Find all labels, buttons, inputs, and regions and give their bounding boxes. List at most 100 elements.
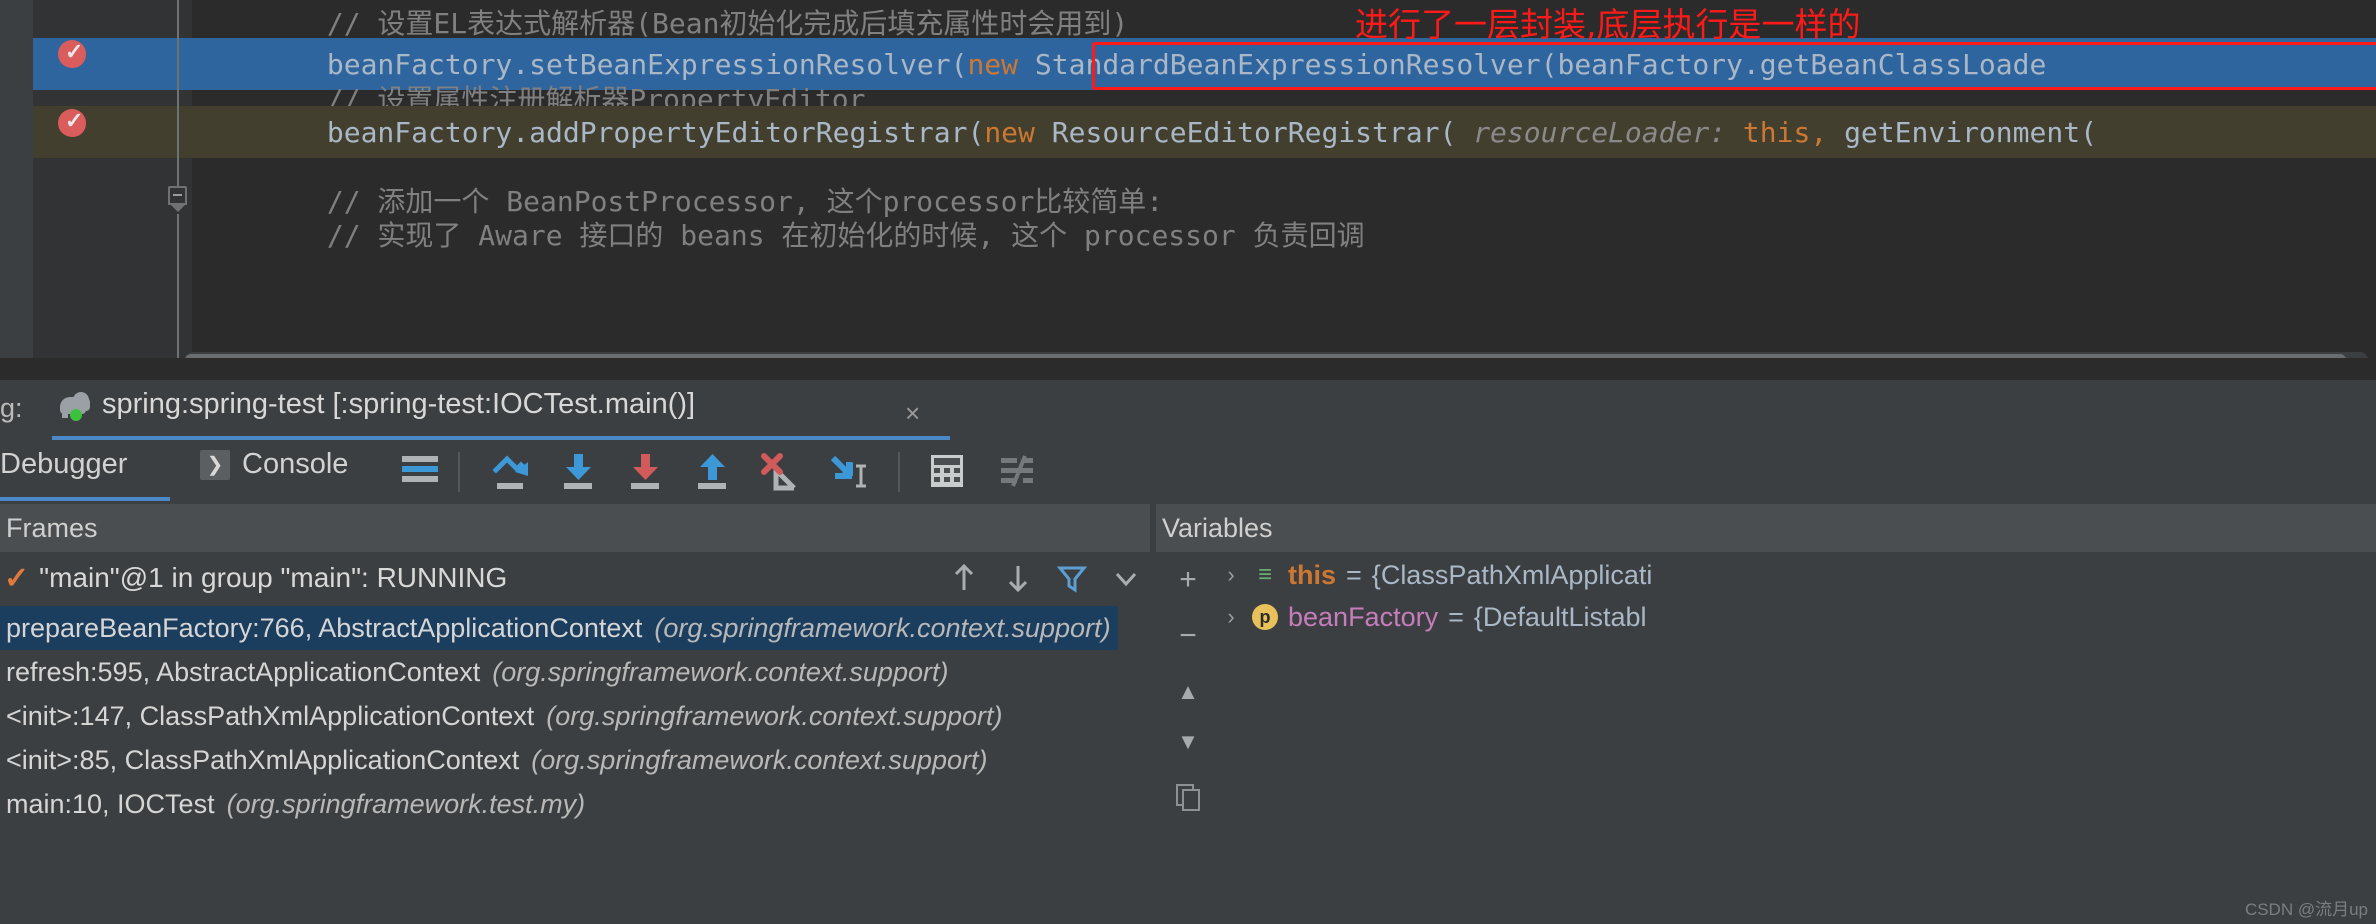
variables-list[interactable]: › ≡ this = {ClassPathXmlApplicati › p be…	[1220, 554, 2376, 924]
variable-name: this	[1288, 559, 1337, 590]
copy-glyph	[1176, 784, 1200, 811]
fold-box	[168, 186, 187, 205]
show-execution-point-icon[interactable]	[398, 450, 442, 492]
frame-package: (org.springframework.context.support)	[492, 656, 949, 687]
frame-row[interactable]: <init>:85, ClassPathXmlApplicationContex…	[0, 738, 1118, 782]
arrow-down-icon[interactable]	[1000, 560, 1036, 596]
step-into-glyph	[564, 454, 592, 489]
force-step-into-glyph	[631, 454, 659, 489]
frame-method: prepareBeanFactory:766, AbstractApplicat…	[6, 612, 643, 643]
code-text: // 设置EL表达式解析器(Bean初始化完成后填充属性时会用到)	[326, 7, 1129, 40]
code-fold-icon[interactable]	[168, 186, 188, 214]
editor-code-area[interactable]: // 设置EL表达式解析器(Bean初始化完成后填充属性时会用到) beanFa…	[192, 0, 2376, 358]
elephant-leg	[62, 409, 68, 418]
frame-row[interactable]: prepareBeanFactory:766, AbstractApplicat…	[0, 606, 1118, 650]
idea-debug-screenshot: ✓ ✓ // 设置EL表达式解析器(Bean初始化完成后填充属性时会用到) be…	[0, 0, 2376, 924]
step-over-glyph	[492, 455, 528, 489]
thread-running-check-icon: ✓	[4, 561, 30, 595]
code-line-add-property-editor-registrar[interactable]: beanFactory.addPropertyEditorRegistrar(n…	[192, 106, 2376, 158]
variable-row-this[interactable]: › ≡ this = {ClassPathXmlApplicati	[1220, 554, 2376, 596]
run-to-cursor-glyph	[830, 455, 866, 488]
step-out-icon[interactable]	[691, 450, 735, 492]
annotation-red-text: 进行了一层封装,底层执行是一样的	[1355, 5, 1861, 44]
code-editor[interactable]: ✓ ✓ // 设置EL表达式解析器(Bean初始化完成后填充属性时会用到) be…	[0, 0, 2376, 358]
settings-glyph	[1001, 455, 1033, 487]
editor-horizontal-scrollbar[interactable]	[185, 352, 2368, 358]
chevron-down-icon[interactable]	[1108, 560, 1144, 596]
chevron-right-icon[interactable]: ›	[1220, 562, 1242, 588]
fold-line-bottom	[177, 214, 179, 358]
frames-panel-header: Frames	[0, 504, 1150, 552]
code-line-comment-aware[interactable]: // 实现了 Aware 接口的 beans 在初始化的时候, 这个 proce…	[192, 208, 2376, 260]
editor-left-strip	[0, 0, 33, 358]
tab-console-label: Console	[242, 448, 349, 480]
close-tab-icon[interactable]: ×	[905, 398, 920, 429]
execution-point-lines	[398, 450, 442, 492]
toolbar-separator	[458, 452, 460, 492]
frame-method: main:10, IOCTest	[6, 788, 215, 819]
code-param-hint: resourceLoader:	[1473, 115, 1727, 149]
variable-value: {DefaultListabl	[1473, 601, 1647, 632]
frame-package: (org.springframework.test.my)	[226, 788, 586, 819]
variables-title: Variables	[1162, 512, 1273, 543]
frame-package: (org.springframework.context.support)	[531, 744, 988, 775]
frame-row[interactable]: <init>:147, ClassPathXmlApplicationConte…	[0, 694, 1118, 738]
filter-icon[interactable]	[1054, 560, 1090, 596]
toolbar-separator	[898, 452, 900, 492]
fold-line-top	[177, 0, 179, 186]
variable-equals: =	[1346, 559, 1362, 590]
copy-icon[interactable]	[1168, 776, 1208, 816]
plus-icon[interactable]: +	[1168, 560, 1208, 600]
thread-selector-row[interactable]: ✓ "main"@1 in group "main": RUNNING	[0, 554, 1150, 602]
minus-icon[interactable]: −	[1168, 616, 1208, 656]
chevron-right-icon[interactable]: ›	[1220, 604, 1242, 630]
elephant-trunk	[85, 397, 90, 411]
tab-debugger[interactable]: Debugger	[0, 448, 127, 481]
frames-list[interactable]: prepareBeanFactory:766, AbstractApplicat…	[0, 606, 1118, 924]
frame-row[interactable]: main:10, IOCTest (org.springframework.te…	[0, 782, 1118, 826]
code-text-rest: getEnvironment(	[1827, 115, 2097, 149]
frame-row[interactable]: refresh:595, AbstractApplicationContext …	[0, 650, 1118, 694]
code-keyword-new: new	[984, 115, 1035, 149]
drop-frame-icon[interactable]	[758, 450, 802, 492]
drop-frame-glyph	[761, 453, 796, 491]
run-tab-strip: g: spring:spring-test [:spring-test:IOCT…	[0, 380, 2376, 440]
debugger-settings-icon[interactable]	[995, 450, 1039, 492]
step-over-icon[interactable]	[490, 450, 534, 492]
breakpoint-check-icon: ✓	[65, 39, 84, 64]
code-text: // 实现了 Aware 接口的 beans 在初始化的时候, 这个 proce…	[326, 219, 1365, 252]
variable-name: beanFactory	[1288, 601, 1439, 632]
frames-panel: ✓ "main"@1 in group "main": RUNNING prep…	[0, 554, 1150, 924]
code-keyword-this: this,	[1726, 115, 1828, 149]
gutter-row-highlighted	[33, 38, 192, 90]
arrow-up-icon[interactable]	[946, 560, 982, 596]
code-text-mid: ResourceEditorRegistrar(	[1034, 115, 1474, 149]
breakpoint-icon[interactable]: ✓	[58, 109, 88, 139]
triangle-down-icon[interactable]: ▼	[1168, 722, 1208, 762]
watermark: CSDN @流月up	[2244, 900, 2368, 919]
frames-scrollbar[interactable]	[1118, 606, 1150, 924]
tab-debugger-underline	[0, 497, 170, 501]
variable-row-beanfactory[interactable]: › p beanFactory = {DefaultListabl	[1220, 596, 2376, 638]
variables-panel-header: Variables	[1156, 504, 2376, 552]
tab-console[interactable]: ❯ Console	[200, 448, 348, 481]
triangle-up-icon[interactable]: ▲	[1168, 672, 1208, 712]
step-into-icon[interactable]	[557, 450, 601, 492]
debugger-toolbar: Debugger ❯ Console	[0, 440, 2376, 502]
frame-package: (org.springframework.context.support)	[654, 612, 1111, 643]
evaluate-expression-icon[interactable]	[925, 450, 969, 492]
breakpoint-icon[interactable]: ✓	[58, 40, 88, 70]
run-to-cursor-icon[interactable]	[825, 450, 869, 492]
chevron-down-glyph	[1115, 572, 1137, 587]
run-tab-spring-test[interactable]: spring:spring-test [:spring-test:IOCTest…	[52, 384, 701, 425]
run-tab-title: spring:spring-test [:spring-test:IOCTest…	[102, 388, 696, 420]
force-step-into-icon[interactable]	[624, 450, 668, 492]
field-badge-icon: p	[1252, 604, 1278, 630]
frames-nav-buttons	[946, 554, 1144, 602]
scrollbar-thumb[interactable]	[185, 354, 2347, 358]
frame-method: <init>:85, ClassPathXmlApplicationContex…	[6, 744, 520, 775]
thread-label: "main"@1 in group "main": RUNNING	[39, 562, 508, 593]
plus-glyph: +	[1179, 563, 1197, 596]
variable-equals: =	[1448, 601, 1464, 632]
step-out-glyph	[698, 454, 726, 489]
